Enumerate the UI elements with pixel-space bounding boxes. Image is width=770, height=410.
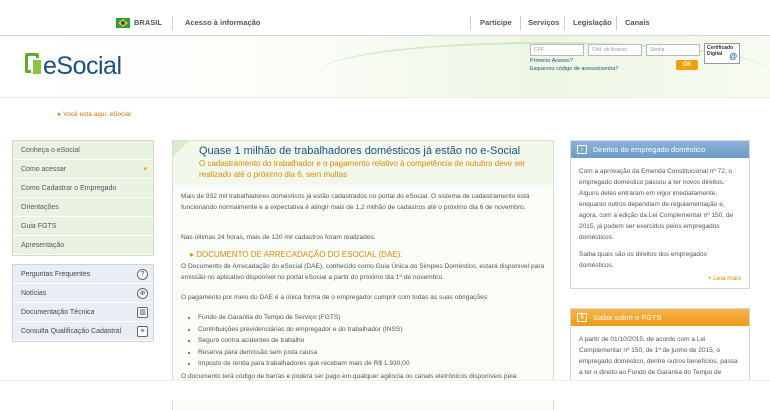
ok-button[interactable]: OK bbox=[676, 60, 698, 70]
menu-item-guia-fgts[interactable]: Guia FGTS bbox=[13, 217, 153, 236]
dae-title-text: DOCUMENTO DE ARRECADAÇÃO DO ESOCIAL (DAE… bbox=[196, 250, 403, 259]
article-subtitle: O cadastramento do trabalhador e o pagam… bbox=[199, 159, 526, 179]
menu-item-noticias[interactable]: Notícias ⊕ bbox=[13, 284, 153, 303]
menu-item-label: Orientações bbox=[21, 204, 59, 211]
article-paragraph: Mais de 932 mil trabalhadores domésticos… bbox=[181, 193, 530, 211]
article-title[interactable]: Quase 1 milhão de trabalhadores doméstic… bbox=[199, 145, 520, 157]
menu-item-label: Notícias bbox=[21, 290, 47, 297]
document-icon: ≡ bbox=[137, 326, 148, 337]
menu-item-como-acessar[interactable]: Como acessar ▾ bbox=[13, 160, 153, 179]
menu-item-label: Documentação Técnica bbox=[21, 309, 95, 316]
info-icon: i bbox=[577, 145, 587, 154]
esocial-logo-icon[interactable] bbox=[25, 53, 43, 77]
servicos-link[interactable]: Serviços bbox=[528, 18, 559, 27]
divider bbox=[172, 16, 173, 30]
menu-item-label: Como Cadastrar o Empregado bbox=[21, 185, 117, 192]
brazil-flag-icon[interactable] bbox=[116, 18, 130, 28]
menu-item-label: Como acessar bbox=[21, 166, 67, 173]
expand-arrow-icon: ▾ bbox=[143, 166, 147, 173]
arrow-right-icon: ▸ bbox=[58, 111, 62, 118]
direitos-box: i Direitos do empregado doméstico Com a a… bbox=[570, 140, 750, 289]
breadcrumb: ▸ Você está aqui: eSocial bbox=[58, 110, 131, 118]
globe-icon: ⊕ bbox=[137, 288, 148, 299]
esqueceu-senha-link[interactable]: Esqueceu código de acesso/senha? bbox=[530, 66, 618, 72]
direitos-box-header[interactable]: i Direitos do empregado doméstico bbox=[571, 141, 749, 158]
menu-item-documentacao[interactable]: Documentação Técnica ▥ bbox=[13, 303, 153, 322]
menu-item-label: Guia FGTS bbox=[21, 223, 57, 230]
fgts-box: $ Saiba sobre o FGTS A partir de 01/10/20… bbox=[570, 308, 750, 388]
menu-item-label: Perguntas Frequentes bbox=[21, 271, 91, 278]
menu-item-orientacoes[interactable]: Orientações bbox=[13, 198, 153, 217]
box-paragraph: Com a aprovação da Emenda Constitucional… bbox=[579, 168, 734, 241]
divider bbox=[616, 16, 617, 30]
fgts-icon: $ bbox=[577, 313, 587, 322]
folded-corner bbox=[173, 141, 189, 157]
divider bbox=[470, 16, 471, 30]
page-bottom bbox=[0, 380, 770, 400]
menu-item-conheca[interactable]: Conheça o eSocial bbox=[13, 141, 153, 160]
list-item: Reserva para demissão sem justa causa bbox=[198, 347, 410, 359]
box-paragraph: Saiba quais são os direitos dos empregad… bbox=[579, 251, 707, 269]
fgts-box-header[interactable]: $ Saiba sobre o FGTS bbox=[571, 309, 749, 326]
dae-section-title: ▸ DOCUMENTO DE ARRECADAÇÃO DO ESOCIAL (D… bbox=[190, 250, 403, 259]
secondary-menu: Perguntas Frequentes? Notícias ⊕ Document… bbox=[12, 264, 154, 342]
at-icon: @ bbox=[729, 52, 737, 62]
codigo-acesso-input[interactable]: Cód. de Acesso bbox=[588, 44, 642, 56]
article-paragraph: O Documento de Arrecadação do eSocial (D… bbox=[181, 263, 545, 281]
acesso-informacao-link[interactable]: Acesso à informação bbox=[185, 18, 260, 27]
leia-mais-link[interactable]: + Leia mais bbox=[571, 273, 749, 288]
primeiro-acesso-link[interactable]: Primeiro Acesso? bbox=[530, 58, 573, 64]
box-title: Saiba sobre o FGTS bbox=[593, 313, 662, 322]
menu-item-label: Consulta Qualificação Cadastral bbox=[21, 328, 121, 335]
divider bbox=[564, 16, 565, 30]
breadcrumb-text: Você está aqui: eSocial bbox=[63, 111, 131, 118]
menu-item-perguntas[interactable]: Perguntas Frequentes? bbox=[13, 265, 153, 284]
gov-bar: BRASIL Acesso à informação Participe Ser… bbox=[0, 0, 770, 36]
menu-item-consulta[interactable]: Consulta Qualificação Cadastral ≡ bbox=[13, 322, 153, 341]
menu-item-como-cadastrar[interactable]: Como Cadastrar o Empregado bbox=[13, 179, 153, 198]
list-item: Contribuições previdenciárias do emprega… bbox=[198, 324, 410, 336]
article-paragraph: Nas últimas 24 horas, mais de 120 mil ca… bbox=[181, 234, 376, 241]
box-body: A partir de 01/10/2015, de acordo com a … bbox=[571, 326, 749, 380]
menu-item-label: Conheça o eSocial bbox=[21, 147, 80, 154]
box-paragraph: A partir de 01/10/2015, de acordo com a … bbox=[579, 336, 738, 376]
menu-item-label: Apresentação bbox=[21, 242, 65, 249]
cpf-input[interactable]: CPF bbox=[530, 44, 584, 56]
senha-input[interactable]: Senha bbox=[646, 44, 700, 56]
obligations-list: Fundo de Garantia do Tempo de Serviço (F… bbox=[190, 312, 410, 370]
canais-link[interactable]: Canais bbox=[625, 18, 650, 27]
box-body: Com a aprovação da Emenda Constitucional… bbox=[571, 158, 749, 273]
list-item: Seguro contra acidentes de trabalho bbox=[198, 335, 410, 347]
legislacao-link[interactable]: Legislação bbox=[573, 18, 612, 27]
certificado-digital-button[interactable]: Certificado Digital @ bbox=[704, 43, 740, 64]
list-item: Imposto de renda para trabalhadores que … bbox=[198, 358, 410, 370]
main-menu: Conheça o eSocial Como acessar ▾ Como Cad… bbox=[12, 140, 154, 256]
esocial-logo-text[interactable]: eSocial bbox=[43, 52, 122, 81]
article-paragraph: O pagamento por meio do DAE é a única fo… bbox=[181, 294, 489, 301]
question-icon: ? bbox=[137, 269, 148, 280]
brasil-link[interactable]: BRASIL bbox=[134, 18, 162, 27]
participe-link[interactable]: Participe bbox=[480, 18, 512, 27]
box-title: Direitos do empregado doméstico bbox=[593, 145, 706, 154]
list-item: Fundo de Garantia do Tempo de Serviço (F… bbox=[198, 312, 410, 324]
book-icon: ▥ bbox=[137, 307, 148, 318]
divider bbox=[520, 16, 521, 30]
menu-item-apresentacao[interactable]: Apresentação bbox=[13, 236, 153, 255]
